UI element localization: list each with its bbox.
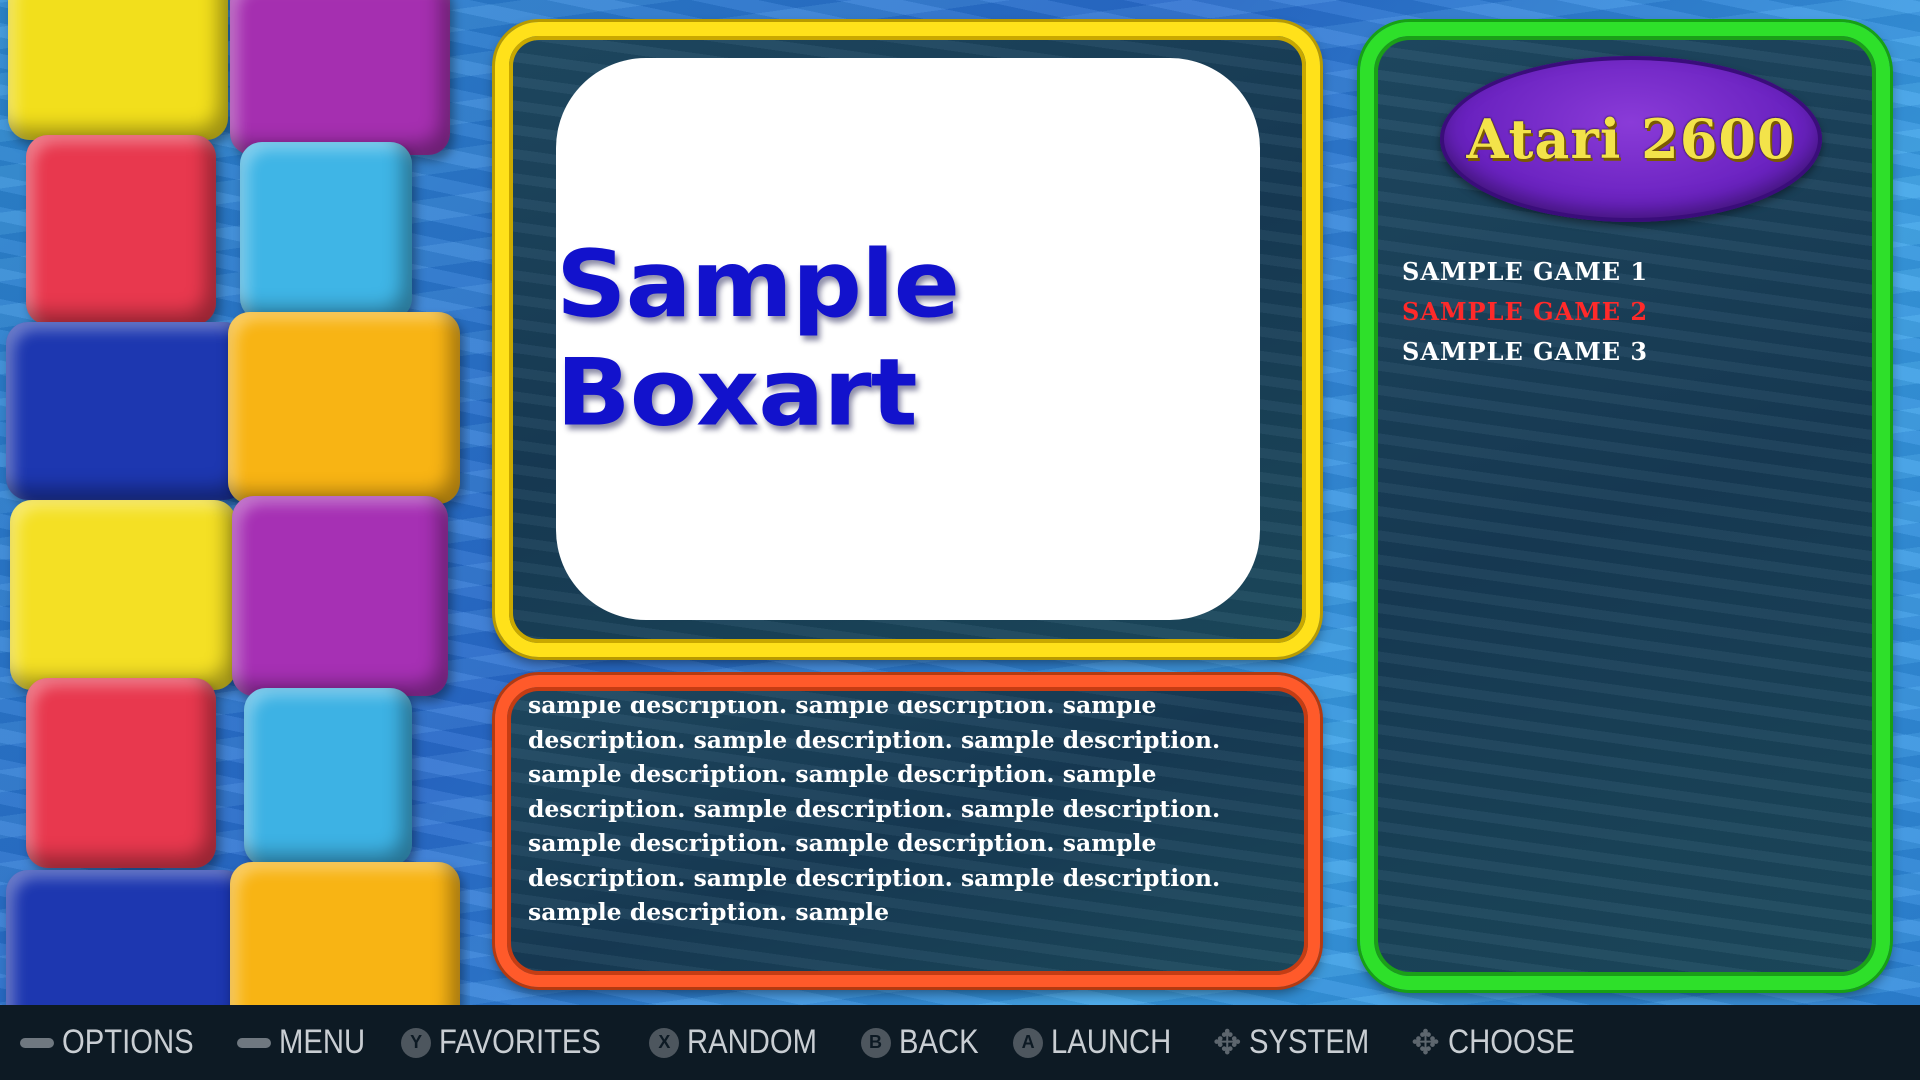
help-label: BACK xyxy=(898,1023,979,1061)
help-system: ✥ SYSTEM xyxy=(1213,1023,1389,1063)
clay-blocks-decoration xyxy=(0,0,470,1005)
x-button-icon: X xyxy=(649,1027,680,1058)
description-panel: sample description. sample description. … xyxy=(528,700,1288,970)
help-label: RANDOM xyxy=(687,1023,818,1061)
game-description: sample description. sample description. … xyxy=(528,700,1221,926)
help-back: B BACK xyxy=(860,1023,992,1062)
boxart-image: Sample Boxart xyxy=(556,58,1260,620)
help-random: X RANDOM xyxy=(649,1023,838,1062)
dpad-icon: ✥ xyxy=(1212,1023,1242,1062)
help-choose: ✥ CHOOSE xyxy=(1411,1023,1595,1063)
help-label: MENU xyxy=(279,1023,366,1061)
select-button-icon xyxy=(20,1037,54,1048)
help-options: OPTIONS xyxy=(20,1023,215,1062)
game-list-item[interactable]: SAMPLE GAME 1 xyxy=(1402,252,1862,292)
help-bar: OPTIONS MENU Y FAVORITES X RANDOM B BACK… xyxy=(0,1005,1920,1080)
help-label: CHOOSE xyxy=(1447,1023,1575,1061)
game-list-item[interactable]: SAMPLE GAME 3 xyxy=(1402,332,1862,372)
help-label: OPTIONS xyxy=(62,1023,194,1061)
dpad-icon: ✥ xyxy=(1411,1023,1440,1062)
start-button-icon xyxy=(237,1037,272,1048)
help-launch: A LAUNCH xyxy=(1013,1023,1191,1062)
help-favorites: Y FAVORITES xyxy=(401,1023,627,1062)
system-logo: Atari 2600 xyxy=(1440,56,1822,222)
help-label: LAUNCH xyxy=(1051,1023,1172,1061)
y-button-icon: Y xyxy=(401,1027,432,1058)
system-logo-text: Atari 2600 xyxy=(1466,107,1796,171)
b-button-icon: B xyxy=(860,1027,891,1058)
help-menu: MENU xyxy=(237,1023,379,1062)
help-label: FAVORITES xyxy=(439,1023,602,1061)
game-list-item-selected[interactable]: SAMPLE GAME 2 xyxy=(1402,292,1862,332)
a-button-icon: A xyxy=(1013,1027,1044,1058)
help-label: SYSTEM xyxy=(1249,1023,1370,1061)
boxart-label: Sample Boxart xyxy=(556,230,960,448)
game-list: SAMPLE GAME 1 SAMPLE GAME 2 SAMPLE GAME … xyxy=(1402,252,1862,372)
